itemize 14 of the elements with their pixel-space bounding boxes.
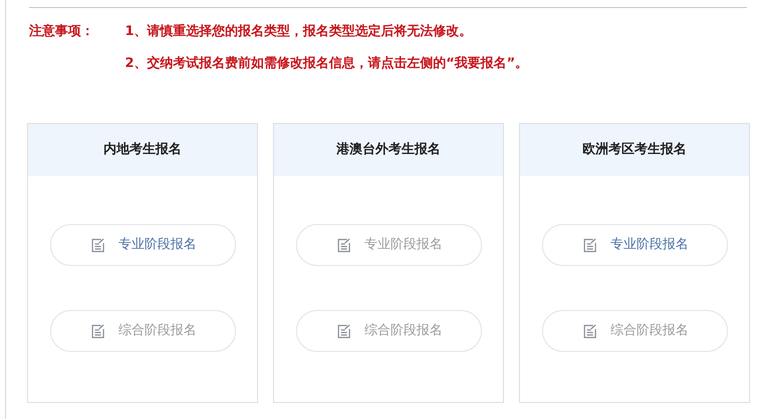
card-header: 港澳台外考生报名 [274, 124, 503, 176]
edit-icon [90, 238, 104, 252]
card-header: 内地考生报名 [28, 124, 257, 176]
edit-icon [336, 238, 350, 252]
edit-icon [582, 238, 596, 252]
registration-button[interactable]: 专业阶段报名 [50, 224, 236, 266]
edit-icon [90, 324, 104, 338]
notice-item: 1、请慎重选择您的报名类型，报名类型选定后将无法修改。 [125, 22, 474, 41]
notice-label: 注意事项： [29, 22, 95, 41]
edit-icon [582, 324, 596, 338]
card-header: 欧洲考区考生报名 [520, 124, 749, 176]
registration-button[interactable]: 专业阶段报名 [542, 224, 728, 266]
edit-icon [336, 324, 350, 338]
notice-item: 2、交纳考试报名费前如需修改报名信息，请点击左侧的“我要报名”。 [125, 54, 528, 72]
